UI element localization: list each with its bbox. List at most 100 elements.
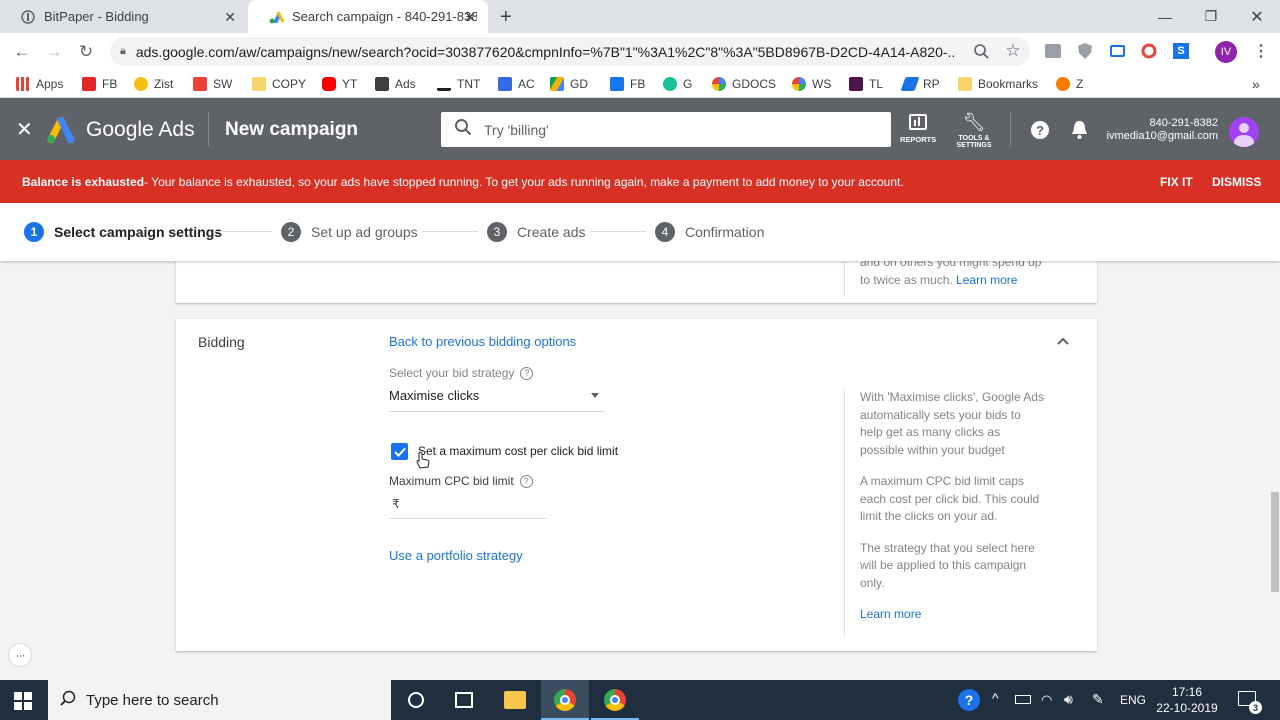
help-icon[interactable]: ?	[1031, 121, 1049, 139]
bookmark-tnt[interactable]: TNT	[437, 74, 480, 94]
reload-icon[interactable]: ↻	[71, 33, 101, 70]
bookmark-fb[interactable]: FB	[82, 74, 117, 94]
max-cpc-checkbox[interactable]	[391, 443, 408, 460]
account-info[interactable]: 840-291-8382 ivmedia10@gmail.com	[1107, 117, 1218, 143]
search-input[interactable]: Try 'billing'	[484, 122, 549, 138]
chevron-up-icon[interactable]	[1056, 333, 1070, 351]
question-circle-icon[interactable]: ?	[519, 474, 533, 488]
chrome-icon	[604, 689, 626, 711]
notifications-bell-icon[interactable]	[1071, 120, 1088, 145]
bookmark-yt[interactable]: YT	[322, 74, 357, 94]
tools-settings-button[interactable]: 🔧︎ TOOLS & SETTINGS	[950, 112, 998, 149]
language-indicator[interactable]: ENG	[1120, 693, 1146, 707]
chrome-taskbar-second[interactable]	[591, 680, 639, 720]
forward-icon[interactable]: →	[39, 33, 69, 70]
more-options-icon[interactable]: ···	[8, 643, 32, 667]
color-extension-icon[interactable]	[1139, 41, 1159, 61]
ads-header: ✕ Google Ads New campaign Try 'billing' …	[0, 98, 1280, 160]
bitpaper-favicon	[20, 9, 36, 25]
bookmark-ws[interactable]: WS	[792, 74, 831, 94]
bookmark-z[interactable]: Z	[1056, 74, 1083, 94]
bookmark-star-icon[interactable]: ☆	[1003, 41, 1023, 61]
s-extension-icon[interactable]: S	[1171, 41, 1191, 61]
bookmark-g[interactable]: G	[663, 74, 692, 94]
restore-icon[interactable]: ❐	[1188, 0, 1234, 33]
bookmark-apps[interactable]: Apps	[16, 74, 63, 94]
chrome-taskbar-active[interactable]	[541, 680, 589, 720]
volume-icon[interactable]: 🔊︎	[1064, 691, 1073, 708]
z-icon	[1056, 77, 1070, 91]
reports-button[interactable]: REPORTS	[900, 114, 936, 144]
close-campaign-icon[interactable]: ✕	[16, 117, 33, 142]
step-set-up-ad-groups[interactable]: 2 Set up ad groups	[281, 203, 418, 261]
page-scrollbar[interactable]	[1271, 492, 1279, 592]
bookmark-gdocs[interactable]: GDOCS	[712, 74, 776, 94]
minimize-icon[interactable]: —	[1142, 0, 1188, 33]
learn-more-link[interactable]: Learn more	[860, 606, 1045, 624]
apps-grid-icon	[16, 77, 30, 91]
step-confirmation[interactable]: 4 Confirmation	[655, 203, 764, 261]
tab-title: Search campaign - 840-291-838	[292, 9, 477, 24]
dismiss-button[interactable]: DISMISS	[1212, 175, 1261, 189]
windows-start-icon[interactable]	[14, 692, 32, 715]
shield-extension-icon[interactable]	[1075, 41, 1095, 61]
bookmark-gd[interactable]: GD	[550, 74, 588, 94]
close-tab-icon[interactable]: ✕	[464, 9, 476, 26]
clock[interactable]: 17:16 22-10-2019	[1155, 684, 1219, 716]
help-tray-icon[interactable]: ?	[958, 689, 980, 711]
step-create-ads[interactable]: 3 Create ads	[487, 203, 585, 261]
task-view-icon[interactable]	[455, 692, 473, 708]
bookmark-copy[interactable]: COPY	[252, 74, 306, 94]
back-to-previous-bidding-link[interactable]: Back to previous bidding options	[389, 334, 576, 349]
browser-tab-bitpaper[interactable]: BitPaper - Bidding ✕	[0, 0, 248, 33]
bookmark-ac[interactable]: AC	[498, 74, 535, 94]
learn-more-link[interactable]: Learn more	[956, 273, 1017, 287]
taskbar-search-box[interactable]: Type here to search	[48, 680, 391, 720]
battery-icon[interactable]	[1015, 695, 1031, 704]
ac-icon	[498, 77, 512, 91]
step-select-campaign-settings[interactable]: 1 Select campaign settings	[24, 203, 222, 261]
card-divider	[844, 389, 845, 637]
window-close-icon[interactable]: ✕	[1234, 0, 1280, 33]
step-connector	[422, 231, 478, 232]
back-icon[interactable]: ←	[7, 33, 37, 70]
bookmark-sw[interactable]: SW	[193, 74, 232, 94]
header-divider	[208, 112, 209, 146]
tray-chevron-up-icon[interactable]: ^	[992, 690, 999, 706]
bookmark-zist[interactable]: Zist	[134, 74, 173, 94]
clock-date: 22-10-2019	[1156, 701, 1218, 715]
screen-extension-icon[interactable]	[1107, 41, 1127, 61]
max-cpc-checkbox-label[interactable]: Set a maximum cost per click bid limit	[418, 444, 618, 458]
bookmark-fb-2[interactable]: FB	[610, 74, 645, 94]
max-cpc-input[interactable]: ₹	[389, 495, 547, 519]
bookmark-ads[interactable]: Ads	[375, 74, 416, 94]
address-bar[interactable]: 🔒︎ ads.google.com/aw/campaigns/new/searc…	[110, 37, 1030, 66]
reports-icon	[909, 114, 927, 130]
portfolio-strategy-link[interactable]: Use a portfolio strategy	[389, 548, 523, 563]
pen-icon[interactable]: ✎	[1092, 691, 1104, 708]
close-tab-icon[interactable]: ✕	[224, 9, 236, 26]
new-tab-icon[interactable]: +	[500, 6, 512, 29]
bookmark-tl[interactable]: TL	[849, 74, 883, 94]
file-explorer-icon[interactable]	[504, 691, 526, 709]
search-box[interactable]: Try 'billing'	[441, 112, 891, 147]
wifi-icon[interactable]: ◠	[1041, 692, 1052, 708]
account-id: 840-291-8382	[1149, 117, 1218, 129]
youtube-icon	[322, 77, 336, 91]
zoom-search-icon[interactable]	[971, 41, 991, 61]
code-extension-icon[interactable]	[1043, 41, 1063, 61]
browser-tab-search-campaign[interactable]: Search campaign - 840-291-838 ✕	[248, 0, 488, 33]
bookmark-rp[interactable]: RP	[900, 74, 940, 94]
account-avatar-icon[interactable]	[1229, 117, 1259, 147]
cortana-icon[interactable]	[408, 692, 424, 708]
fix-it-button[interactable]: FIX IT	[1160, 175, 1193, 189]
google-ads-logo-icon	[46, 116, 76, 148]
bookmark-folder[interactable]: Bookmarks	[958, 74, 1038, 94]
bidding-card: Bidding Back to previous bidding options…	[176, 319, 1097, 651]
question-circle-icon[interactable]: ?	[520, 366, 534, 380]
bid-strategy-select[interactable]: Maximise clicks	[389, 387, 605, 412]
profile-avatar[interactable]: IV	[1215, 41, 1237, 63]
browser-menu-icon[interactable]: ⋮	[1253, 41, 1269, 61]
browser-toolbar: ← → ↻ 🔒︎ ads.google.com/aw/campaigns/new…	[0, 33, 1280, 70]
bookmarks-overflow-icon[interactable]: »	[1252, 74, 1260, 94]
